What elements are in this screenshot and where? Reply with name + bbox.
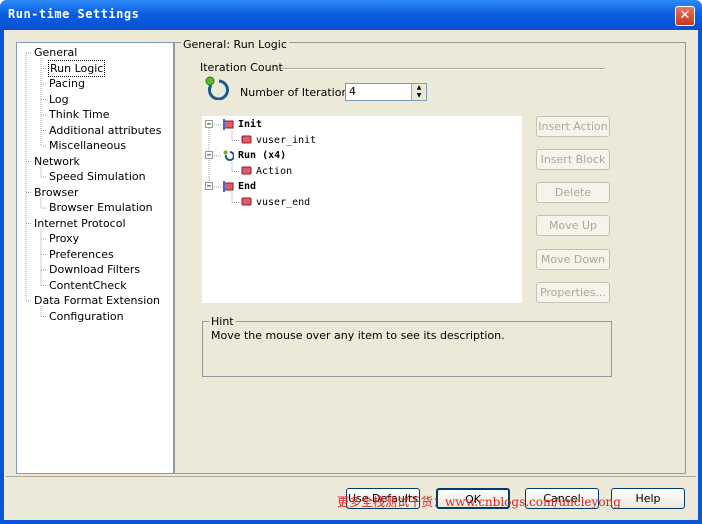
flow-item-action[interactable]: Action [241, 165, 292, 179]
sidebar-item-network[interactable]: Network [34, 154, 80, 169]
init-icon [223, 118, 234, 130]
sidebar-item-internet-protocol[interactable]: Internet Protocol [34, 216, 126, 231]
action-icon [241, 197, 252, 206]
divider-bottom [6, 476, 696, 479]
title-bar[interactable]: Run-time Settings ✕ [0, 0, 702, 30]
delete-button[interactable]: Delete [536, 182, 610, 203]
flow-item-init[interactable]: − Init [205, 118, 262, 132]
panel-header: General: Run Logic [181, 38, 289, 51]
flow-item-label: vuser_init [256, 134, 317, 146]
collapse-icon[interactable]: − [205, 120, 213, 128]
spin-up-icon[interactable]: ▲ [411, 84, 426, 92]
sidebar-item-browser[interactable]: Browser [34, 185, 79, 200]
iteration-count-title: Iteration Count [200, 61, 283, 74]
sidebar-item-preferences[interactable]: Preferences [49, 247, 114, 262]
sidebar-item-additional-attributes[interactable]: Additional attributes [49, 123, 161, 138]
collapse-icon[interactable]: − [205, 151, 213, 159]
flow-item-vuser-end[interactable]: vuser_end [241, 196, 310, 210]
sidebar-item-proxy[interactable]: Proxy [49, 231, 79, 246]
window-title: Run-time Settings [8, 7, 140, 21]
run-logic-panel: General: Run Logic Iteration Count Numbe… [174, 38, 686, 474]
flow-item-label: Init [238, 119, 263, 130]
sidebar-item-download-filters[interactable]: Download Filters [49, 262, 140, 277]
close-button[interactable]: ✕ [675, 6, 695, 26]
run-logic-tree[interactable]: − Init vuser_init − Run (x4) Action − End vuser_… [202, 116, 522, 303]
flow-item-label: Run (x4) [238, 150, 287, 161]
hint-group: Hint Move the mouse over any item to see… [202, 315, 612, 377]
end-icon [223, 180, 234, 192]
action-icon [241, 166, 252, 175]
close-icon: ✕ [679, 8, 691, 23]
sidebar-item-run-logic[interactable]: Run Logic [47, 59, 106, 77]
insert-block-button[interactable]: Insert Block [536, 149, 610, 170]
flow-item-vuser-init[interactable]: vuser_init [241, 134, 316, 148]
divider [281, 68, 605, 70]
hint-text: Move the mouse over any item to see its … [211, 329, 505, 342]
dialog-client: General Run Logic Pacing Log Think Time Addit… [4, 30, 698, 520]
sidebar-item-data-format-extension[interactable]: Data Format Extension [34, 293, 160, 308]
flow-item-label: vuser_end [256, 196, 311, 208]
move-down-button[interactable]: Move Down [536, 249, 610, 270]
sidebar-item-log[interactable]: Log [49, 92, 69, 107]
sidebar-item-contentcheck[interactable]: ContentCheck [49, 278, 127, 293]
iterations-label: Number of Iterations: [240, 86, 358, 99]
hint-label: Hint [209, 315, 236, 328]
collapse-icon[interactable]: − [205, 182, 213, 190]
sidebar-item-think-time[interactable]: Think Time [49, 107, 110, 122]
run-time-settings-window: Run-time Settings ✕ General Run Logic Paci… [0, 0, 702, 524]
flow-item-run-x4-[interactable]: − Run (x4) [205, 149, 286, 163]
help-button[interactable]: Help [611, 488, 685, 509]
watermark-text: 更多全栈测试干货：www.cnblogs.com/uncleyong [337, 495, 621, 509]
run-icon [223, 150, 234, 161]
move-up-button[interactable]: Move Up [536, 215, 610, 236]
flow-item-label: Action [256, 165, 293, 177]
settings-tree[interactable]: General Run Logic Pacing Log Think Time Addit… [16, 42, 174, 474]
spin-down-icon[interactable]: ▼ [411, 92, 426, 100]
properties-button[interactable]: Properties... [536, 282, 610, 303]
iterations-stepper[interactable]: 4 ▲ ▼ [345, 83, 427, 101]
sidebar-item-speed-simulation[interactable]: Speed Simulation [49, 169, 146, 184]
sidebar-item-browser-emulation[interactable]: Browser Emulation [49, 200, 153, 215]
sidebar-item-miscellaneous[interactable]: Miscellaneous [49, 138, 126, 153]
iterations-value: 4 [349, 85, 356, 98]
action-icon [241, 135, 252, 144]
iterations-icon [205, 76, 229, 100]
sidebar-item-general[interactable]: General [34, 45, 77, 60]
insert-action-button[interactable]: Insert Action [536, 116, 610, 137]
sidebar-item-pacing[interactable]: Pacing [49, 76, 85, 91]
flow-item-label: End [238, 181, 257, 192]
sidebar-item-configuration[interactable]: Configuration [49, 309, 124, 324]
flow-item-end[interactable]: − End [205, 180, 256, 194]
